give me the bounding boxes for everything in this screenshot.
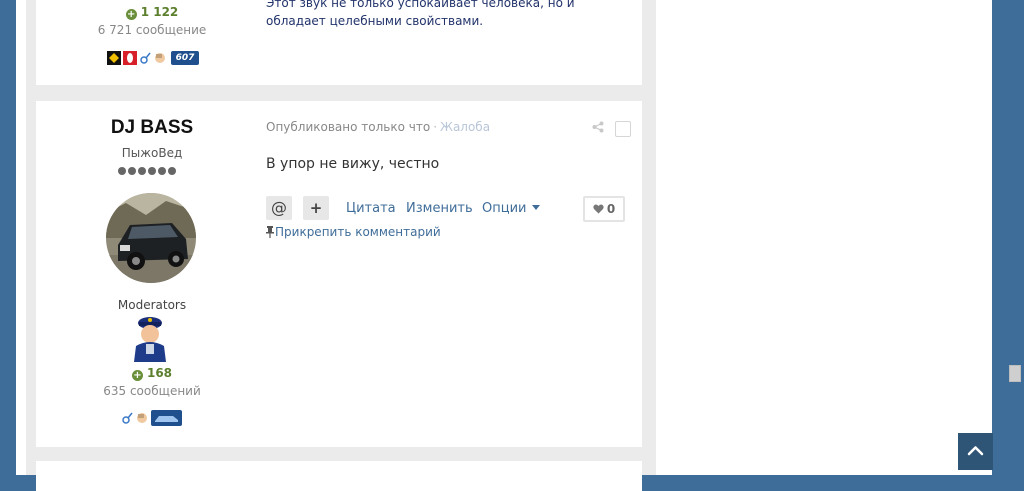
pin-icon (266, 226, 274, 238)
options-dropdown[interactable]: Опции (482, 201, 541, 216)
multiquote-add-button[interactable]: + (303, 196, 329, 220)
badge-icons (107, 51, 165, 65)
author-name[interactable]: DJ BASS (52, 117, 252, 139)
reputation: +168 (131, 366, 173, 381)
post-count: 635 сообщений (103, 384, 201, 398)
pin-comment-link[interactable]: Прикрепить комментарий (266, 225, 441, 239)
chevron-up-icon (967, 446, 984, 456)
avatar-car-image (106, 193, 196, 283)
mention-button[interactable]: @ (266, 196, 292, 220)
like-button[interactable]: 0 (583, 196, 625, 222)
avatar[interactable] (106, 193, 196, 283)
report-link[interactable]: Жалоба (440, 120, 490, 134)
like-count: 0 (606, 202, 616, 216)
caret-down-icon (532, 205, 541, 210)
plus-icon: + (131, 370, 143, 381)
previous-reputation: +1 122 (125, 5, 179, 20)
previous-badges: 607 (107, 50, 199, 66)
previous-post-text: Этот звук не только успокаивает человека… (266, 0, 575, 28)
heart-icon (593, 204, 604, 214)
author-group: Moderators (117, 298, 187, 312)
rank-pips (118, 167, 176, 175)
share-icon[interactable] (592, 121, 604, 133)
edit-button[interactable]: Изменить (406, 201, 473, 216)
back-to-top-button[interactable] (958, 433, 993, 470)
author-badges (121, 410, 182, 426)
plus-icon: + (125, 9, 137, 20)
previous-post-count: 6 721 сообщение (97, 23, 207, 37)
author-rank: ПыжоВед (121, 146, 183, 160)
post-content: В упор не вижу, честно (266, 156, 440, 172)
next-post-card (36, 461, 642, 491)
car-badge-icon (151, 410, 182, 426)
select-post-checkbox[interactable] (615, 121, 631, 137)
scrollbar-thumb[interactable] (1009, 365, 1021, 382)
badge-icons (122, 412, 147, 424)
post-meta: Опубликовано только что · Жалоба (266, 120, 491, 134)
moderator-icon (134, 317, 166, 362)
published-time: Опубликовано только что (266, 120, 431, 134)
quote-button[interactable]: Цитата (346, 201, 396, 216)
car-badge: 607 (171, 51, 199, 65)
